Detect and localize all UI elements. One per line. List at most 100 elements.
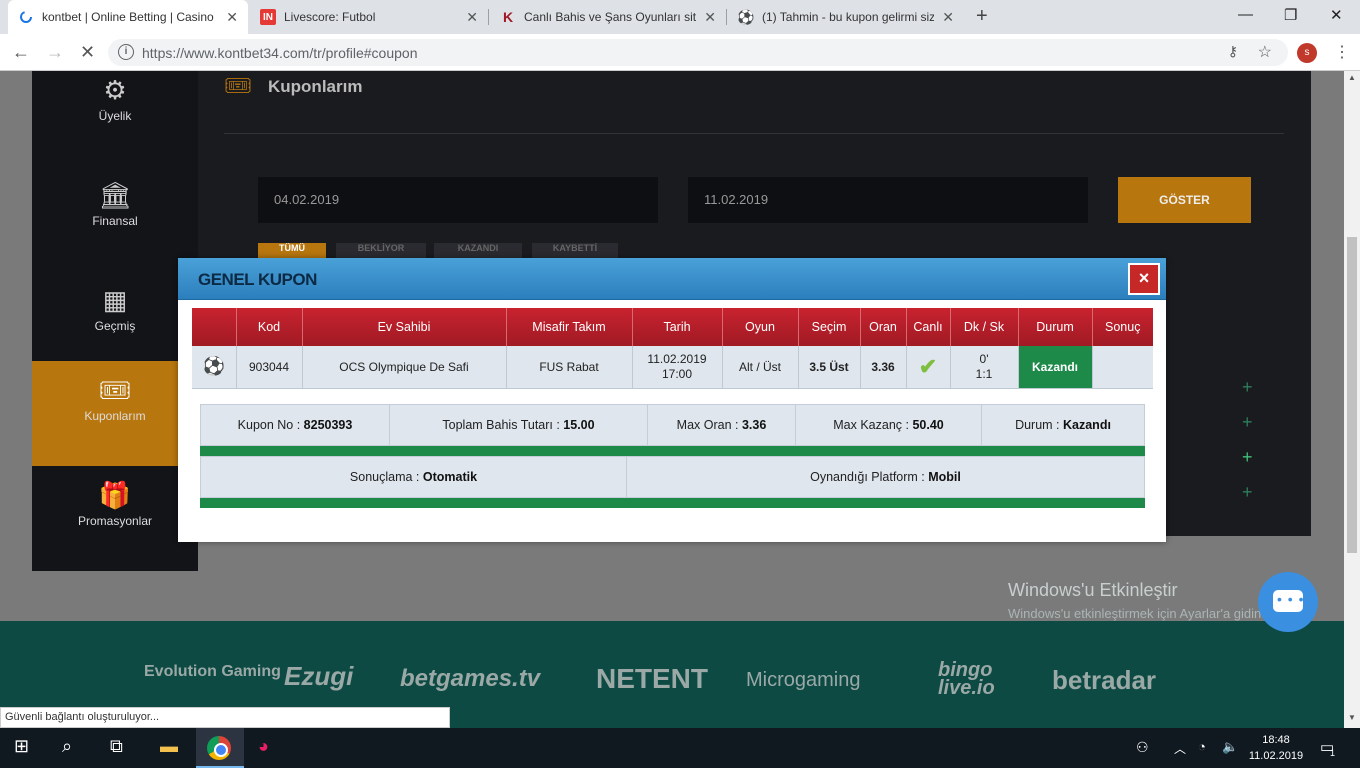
- tab-separator: [488, 9, 489, 25]
- cell-date: 11.02.2019: [647, 351, 707, 366]
- clock-time: 18:48: [1262, 734, 1290, 746]
- sidebar-item-label: Kuponlarım: [84, 409, 146, 423]
- value: Otomatik: [422, 470, 478, 484]
- football-icon: ⚽: [737, 8, 755, 25]
- provider-logo: bingo live.io: [938, 659, 995, 699]
- close-tab-icon[interactable]: ✕: [466, 9, 478, 26]
- close-tab-icon[interactable]: ✕: [704, 9, 716, 26]
- close-window-icon[interactable]: ✕: [1330, 6, 1343, 24]
- minimize-icon[interactable]: —: [1238, 6, 1253, 23]
- value: 15.00: [563, 418, 595, 432]
- page-title: Kuponlarım: [268, 77, 363, 96]
- address-bar: ← → ✕ i https://www.kontbet34.com/tr/pro…: [0, 34, 1360, 71]
- provider-logo: betgames.tv: [400, 665, 541, 692]
- close-modal-button[interactable]: ×: [1128, 263, 1160, 295]
- col-header-canli: Canlı: [906, 308, 951, 346]
- back-icon[interactable]: ←: [12, 42, 30, 63]
- chrome-icon[interactable]: [207, 736, 231, 760]
- sidebar-item-label: Promasyonlar: [77, 514, 153, 528]
- bank-icon: 🏛: [98, 180, 132, 210]
- tab-tahmin[interactable]: ⚽ (1) Tahmin - bu kupon gelirmi siz ✕: [728, 0, 964, 34]
- tab-title: Livescore: Futbol: [284, 10, 376, 24]
- expand-plus-icon[interactable]: +: [1242, 447, 1253, 468]
- search-icon[interactable]: ⌕: [62, 736, 72, 757]
- label: Kupon No :: [237, 418, 304, 432]
- summary-max-kazanc: Max Kazanç : 50.40: [796, 405, 982, 445]
- col-header-durum: Durum: [1018, 308, 1093, 346]
- sidebar-item-finansal[interactable]: 🏛 Finansal: [32, 166, 198, 271]
- scroll-down-icon[interactable]: ▼: [1348, 713, 1356, 722]
- close-tab-icon[interactable]: ✕: [226, 9, 238, 26]
- label: Max Oran :: [676, 418, 742, 432]
- modal-title: GENEL KUPON: [198, 270, 317, 289]
- provider-logo: Evolution Gaming: [144, 663, 281, 680]
- live-chat-button[interactable]: • • •: [1258, 572, 1318, 632]
- restore-icon[interactable]: ❐: [1284, 6, 1297, 24]
- cell-canli: ✔: [906, 346, 951, 389]
- url-field[interactable]: i https://www.kontbet34.com/tr/profile#c…: [108, 39, 1288, 66]
- task-view-icon[interactable]: ⧉: [110, 736, 123, 757]
- divider: [224, 133, 1284, 134]
- scrollbar-thumb[interactable]: [1347, 237, 1357, 553]
- tab-title: (1) Tahmin - bu kupon gelirmi siz: [762, 10, 935, 24]
- forward-icon[interactable]: →: [46, 42, 64, 63]
- show-button[interactable]: GÖSTER: [1118, 177, 1251, 223]
- col-header-sport: [192, 308, 237, 346]
- cell-kod: 903044: [236, 346, 303, 389]
- table-row: ⚽ 903044 OCS Olympique De Safi FUS Rabat…: [192, 346, 1153, 389]
- ticket-icon: 🎟: [224, 73, 252, 98]
- label: Durum :: [1015, 418, 1063, 432]
- tab-canli-bahis[interactable]: K Canlı Bahis ve Şans Oyunları sites ✕: [490, 0, 726, 34]
- volume-icon[interactable]: 🔈: [1222, 739, 1238, 755]
- col-header-oran: Oran: [860, 308, 907, 346]
- value: 8250393: [303, 418, 353, 432]
- clock[interactable]: 18:48 11.02.2019: [1248, 732, 1304, 764]
- network-icon[interactable]: ◔: [1198, 739, 1206, 754]
- menu-icon[interactable]: ⋮: [1334, 42, 1350, 62]
- cell-tarih: 11.02.2019 17:00: [632, 346, 723, 389]
- windows-start-icon[interactable]: ⊞: [14, 736, 29, 757]
- paint-icon[interactable]: ◕: [258, 736, 269, 757]
- new-tab-button[interactable]: +: [976, 5, 988, 28]
- cell-score: 1:1: [975, 366, 993, 381]
- green-divider: [200, 446, 1145, 456]
- col-header-tarih: Tarih: [632, 308, 723, 346]
- close-tab-icon[interactable]: ✕: [942, 9, 954, 26]
- tab-kontbet[interactable]: kontbet | Online Betting | Casino ✕: [8, 0, 248, 34]
- calendar-icon: ▦: [102, 285, 128, 315]
- sidebar-item-promasyonlar[interactable]: 🎁 Promasyonlar: [32, 466, 198, 571]
- expand-plus-icon[interactable]: +: [1242, 377, 1253, 398]
- info-icon[interactable]: i: [118, 44, 134, 60]
- date-to-input[interactable]: 11.02.2019: [688, 177, 1088, 223]
- date-from-input[interactable]: 04.02.2019: [258, 177, 658, 223]
- people-icon[interactable]: ⚇: [1136, 739, 1149, 756]
- sidebar-item-label: Geçmiş: [94, 319, 136, 333]
- scroll-up-icon[interactable]: ▲: [1348, 73, 1356, 82]
- gift-icon: 🎁: [98, 480, 132, 510]
- sidebar-item-kuponlarim[interactable]: 🎟 Kuponlarım: [32, 361, 198, 466]
- col-header-ev-sahibi: Ev Sahibi: [302, 308, 507, 346]
- profile-avatar[interactable]: s: [1297, 43, 1317, 63]
- sidebar-item-uyelik[interactable]: ⚙ Üyelik: [32, 71, 198, 166]
- sidebar-item-label: Üyelik: [98, 109, 132, 123]
- stop-loading-icon[interactable]: ✕: [80, 42, 95, 63]
- file-explorer-icon[interactable]: ▬: [160, 736, 178, 757]
- page-scrollbar[interactable]: ▲ ▼: [1344, 71, 1360, 728]
- loading-icon: [18, 9, 34, 25]
- browser-status: Güvenli bağlantı oluşturuluyor...: [0, 707, 450, 728]
- bookmark-star-icon[interactable]: ☆: [1258, 42, 1272, 62]
- chevron-up-icon[interactable]: ︿: [1174, 740, 1186, 757]
- col-header-misafir: Misafir Takım: [506, 308, 633, 346]
- url-path: /tr/profile#coupon: [309, 45, 418, 61]
- cell-sonuc: [1092, 346, 1153, 389]
- value: 3.36: [741, 418, 767, 432]
- cell-ev-sahibi: OCS Olympique De Safi: [302, 346, 507, 389]
- key-icon[interactable]: ⚷: [1228, 43, 1238, 60]
- tab-livescore[interactable]: IN Livescore: Futbol ✕: [250, 0, 488, 34]
- expand-plus-icon[interactable]: +: [1242, 482, 1253, 503]
- modal-header: GENEL KUPON ×: [178, 258, 1166, 300]
- k-logo-icon: K: [502, 9, 514, 25]
- expand-plus-icon[interactable]: +: [1242, 412, 1253, 433]
- cell-oran: 3.36: [860, 346, 907, 389]
- browser-tab-bar: kontbet | Online Betting | Casino ✕ IN L…: [0, 0, 1360, 34]
